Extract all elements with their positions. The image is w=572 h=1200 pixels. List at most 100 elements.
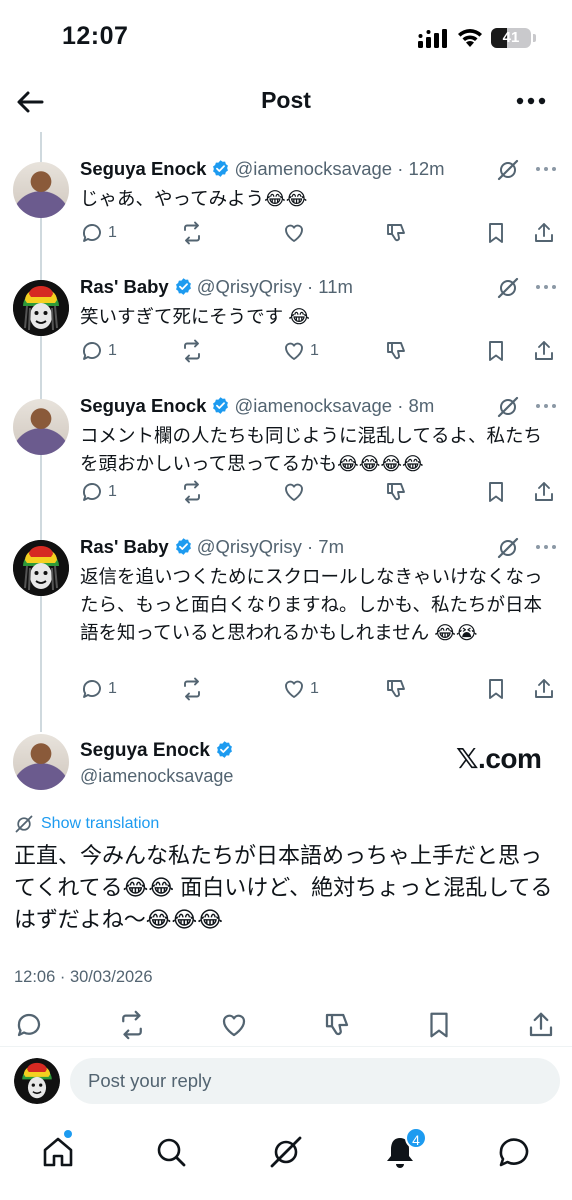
author-name[interactable]: Ras' Baby	[80, 536, 169, 557]
reply-input[interactable]	[70, 1058, 560, 1104]
tab-messages[interactable]	[496, 1134, 532, 1170]
tweet-actions: 1 1	[80, 338, 560, 364]
page-title: Post	[261, 87, 311, 113]
reply-tweet[interactable]: Ras' Baby @QrisyQrisy · 11m 笑いすぎて死にそうです 😂…	[0, 276, 572, 376]
more-options-icon[interactable]	[512, 86, 550, 116]
dislike-button[interactable]	[322, 1010, 352, 1040]
dislike-button[interactable]	[384, 220, 408, 246]
reply-button[interactable]: 1	[80, 338, 117, 364]
avatar[interactable]	[13, 540, 69, 596]
bookmark-button[interactable]	[484, 676, 508, 702]
reply-tweet[interactable]: Ras' Baby @QrisyQrisy · 7m 返信を追いつくためにスクロー…	[0, 536, 572, 701]
dislike-button[interactable]	[384, 676, 408, 702]
thumbs-down-icon	[387, 342, 405, 360]
x-watermark: 𝕏.com	[456, 743, 542, 774]
bookmark-icon	[489, 482, 503, 502]
tweet-text: 笑いすぎて死にそうです 😂	[80, 306, 310, 327]
bookmark-icon	[489, 679, 503, 699]
share-button[interactable]	[532, 676, 556, 702]
bookmark-button[interactable]	[424, 1010, 454, 1040]
message-icon	[499, 1138, 529, 1167]
tab-search[interactable]	[153, 1134, 189, 1170]
share-icon	[535, 679, 553, 698]
my-avatar[interactable]	[14, 1058, 60, 1104]
bookmark-button[interactable]	[484, 338, 508, 364]
repost-button[interactable]	[180, 338, 204, 364]
like-button[interactable]	[282, 479, 310, 505]
battery-icon: 41	[491, 28, 531, 48]
notifications-badge: 4	[405, 1127, 427, 1149]
author-name[interactable]: Ras' Baby	[80, 276, 169, 297]
author-name[interactable]: Seguya Enock	[80, 395, 206, 416]
reply-count: 1	[108, 483, 117, 500]
like-button[interactable]	[219, 1010, 249, 1040]
more-options-icon[interactable]	[534, 161, 558, 177]
author-handle: @QrisyQrisy	[196, 536, 302, 557]
reply-button[interactable]: 1	[80, 676, 117, 702]
battery-level: 41	[502, 29, 520, 46]
cellular-signal-icon	[418, 29, 447, 48]
translate-row[interactable]: Show translation	[14, 812, 159, 836]
tab-home[interactable]	[40, 1134, 76, 1170]
more-options-icon[interactable]	[534, 398, 558, 414]
grok-icon[interactable]	[496, 536, 520, 560]
avatar[interactable]	[13, 734, 69, 790]
tweet-header: Ras' Baby @QrisyQrisy · 7m	[80, 536, 500, 562]
avatar[interactable]	[13, 280, 69, 336]
reply-icon	[17, 1013, 41, 1037]
post-actions	[0, 1010, 572, 1040]
share-button[interactable]	[532, 220, 556, 246]
reply-button[interactable]: 1	[80, 479, 117, 505]
reply-count: 1	[108, 680, 117, 697]
like-button[interactable]	[282, 220, 310, 246]
dislike-button[interactable]	[384, 479, 408, 505]
reply-count: 1	[108, 342, 117, 359]
tweet-text: 返信を追いつくためにスクロールしなきゃいけなくなったら、もっと面白くなりますね。…	[80, 566, 543, 643]
post-date[interactable]: 12:06 · 30/03/2026	[14, 968, 153, 987]
heart-icon	[285, 483, 303, 501]
heart-icon	[285, 342, 303, 360]
separator-dot: ·	[392, 395, 409, 416]
grok-icon[interactable]	[496, 395, 520, 419]
grok-icon[interactable]	[496, 276, 520, 300]
thumbs-down-icon	[325, 1013, 349, 1036]
repost-button[interactable]	[180, 479, 204, 505]
grok-icon[interactable]	[496, 158, 520, 182]
like-button[interactable]: 1	[282, 676, 319, 702]
avatar[interactable]	[13, 399, 69, 455]
more-options-icon[interactable]	[534, 279, 558, 295]
repost-button[interactable]	[180, 220, 204, 246]
more-options-icon[interactable]	[534, 539, 558, 555]
tweet-text: じゃあ、やってみよう😂😂	[80, 188, 308, 209]
separator-dot: ·	[301, 536, 319, 557]
share-button[interactable]	[526, 1010, 556, 1040]
tab-grok[interactable]	[268, 1134, 304, 1170]
heart-icon	[222, 1014, 246, 1037]
share-button[interactable]	[532, 338, 556, 364]
separator-dot: ·	[301, 276, 319, 297]
reply-button[interactable]	[14, 1010, 44, 1040]
tweet-actions: 1 1	[80, 676, 560, 702]
reply-tweet[interactable]: Seguya Enock @iamenocksavage · 8m コメント欄の人…	[0, 395, 572, 520]
show-translation-link[interactable]: Show translation	[41, 815, 159, 833]
reply-button[interactable]: 1	[80, 220, 117, 246]
author-name[interactable]: Seguya Enock	[80, 740, 210, 761]
repost-button[interactable]	[180, 676, 204, 702]
battery-tip	[533, 34, 536, 42]
home-unread-dot	[64, 1130, 72, 1138]
post-time: 8m	[408, 395, 435, 416]
repost-icon	[184, 677, 200, 701]
tweet-header: Seguya Enock @iamenocksavage · 8m	[80, 395, 500, 421]
author-name[interactable]: Seguya Enock	[80, 158, 206, 179]
bookmark-button[interactable]	[484, 479, 508, 505]
dislike-button[interactable]	[384, 338, 408, 364]
avatar[interactable]	[13, 162, 69, 218]
repost-icon	[184, 480, 200, 504]
bookmark-button[interactable]	[484, 220, 508, 246]
author-handle: @iamenocksavage	[80, 766, 234, 786]
share-button[interactable]	[532, 479, 556, 505]
repost-button[interactable]	[117, 1010, 147, 1040]
avatar-image	[13, 280, 69, 336]
like-button[interactable]: 1	[282, 338, 319, 364]
reply-tweet[interactable]: Seguya Enock @iamenocksavage · 12m じゃあ、やっ…	[0, 158, 572, 258]
